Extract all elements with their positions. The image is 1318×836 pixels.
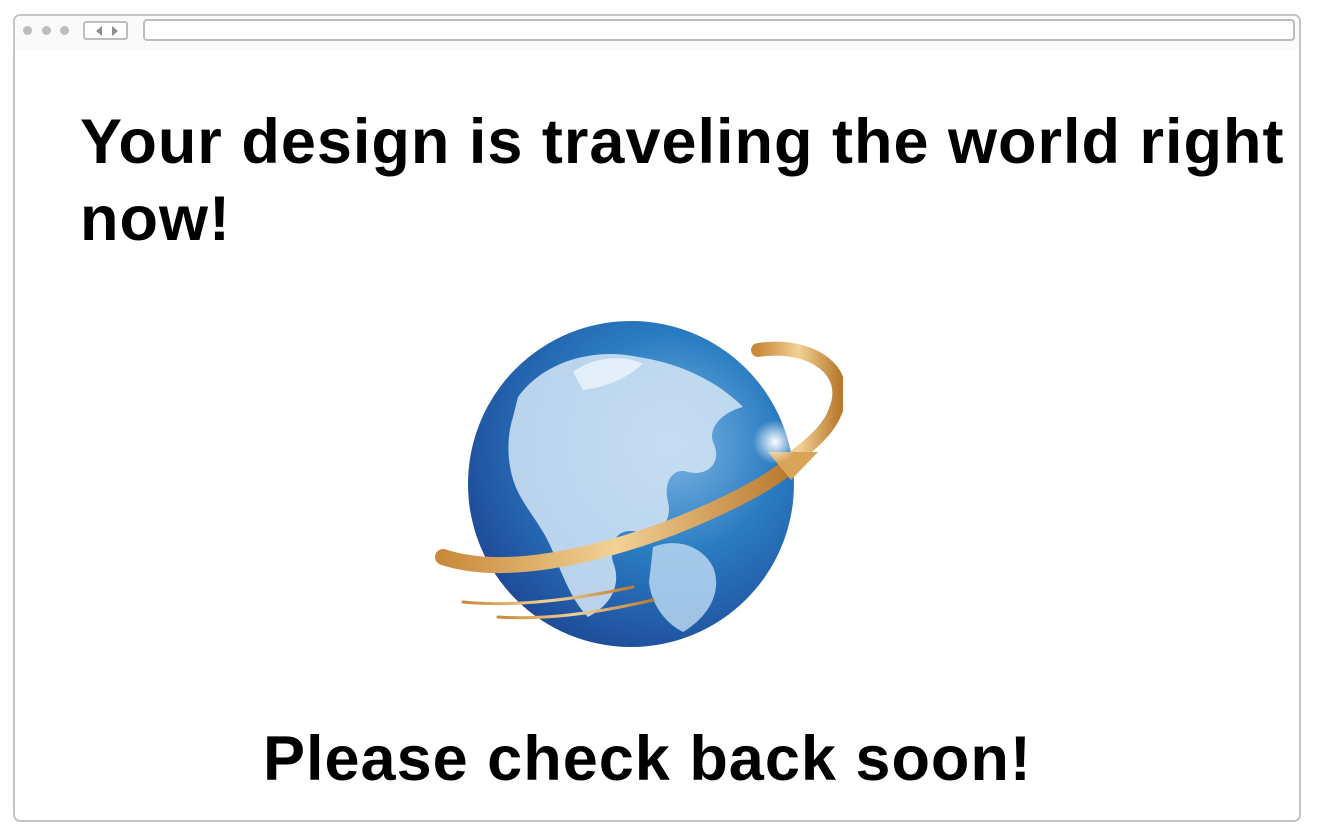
page-subline: Please check back soon!: [263, 724, 1032, 794]
browser-window: Your design is traveling the world right…: [13, 14, 1301, 822]
back-arrow-icon[interactable]: [96, 26, 102, 36]
window-maximize-dot[interactable]: [60, 26, 69, 35]
address-bar[interactable]: [143, 19, 1295, 41]
forward-arrow-icon[interactable]: [112, 26, 118, 36]
page-headline: Your design is traveling the world right…: [80, 107, 1285, 254]
window-close-dot[interactable]: [23, 26, 32, 35]
browser-toolbar: [15, 16, 1299, 49]
nav-buttons: [83, 21, 128, 40]
globe-illustration: [423, 302, 847, 652]
window-minimize-dot[interactable]: [42, 26, 51, 35]
globe-icon: [435, 321, 847, 647]
